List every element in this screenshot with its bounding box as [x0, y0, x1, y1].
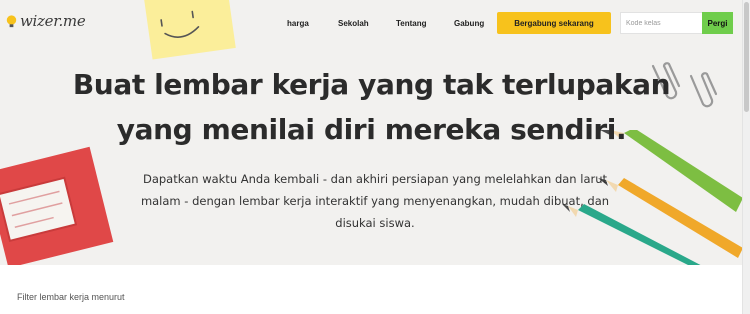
notebook-illustration	[0, 146, 114, 265]
nav-link-pricing[interactable]: harga	[287, 19, 309, 28]
hero-title-line-2: yang menilai diri mereka sendiri.	[116, 113, 627, 146]
join-now-button[interactable]: Bergabung sekarang	[497, 12, 611, 34]
class-code-input[interactable]	[620, 12, 702, 34]
hero-title-line-1: Buat lembar kerja yang tak terlupakan	[72, 68, 671, 101]
scrollbar-thumb[interactable]	[744, 2, 749, 112]
filter-heading: Filter lembar kerja menurut	[17, 292, 125, 302]
hero-section: wizer.me harga Sekolah Tentang Gabung Be…	[0, 0, 743, 265]
nav-link-join[interactable]: Gabung	[454, 19, 484, 28]
nav-link-about[interactable]: Tentang	[396, 19, 427, 28]
logo-text: wizer.me	[20, 12, 86, 30]
logo[interactable]: wizer.me	[4, 12, 86, 30]
nav-link-schools[interactable]: Sekolah	[338, 19, 369, 28]
vertical-scrollbar[interactable]	[742, 0, 750, 314]
hero-subtitle: Dapatkan waktu Anda kembali - dan akhiri…	[140, 172, 610, 230]
sticky-note-illustration	[143, 0, 236, 60]
lightbulb-icon	[6, 14, 17, 27]
go-button[interactable]: Pergi	[702, 12, 733, 34]
